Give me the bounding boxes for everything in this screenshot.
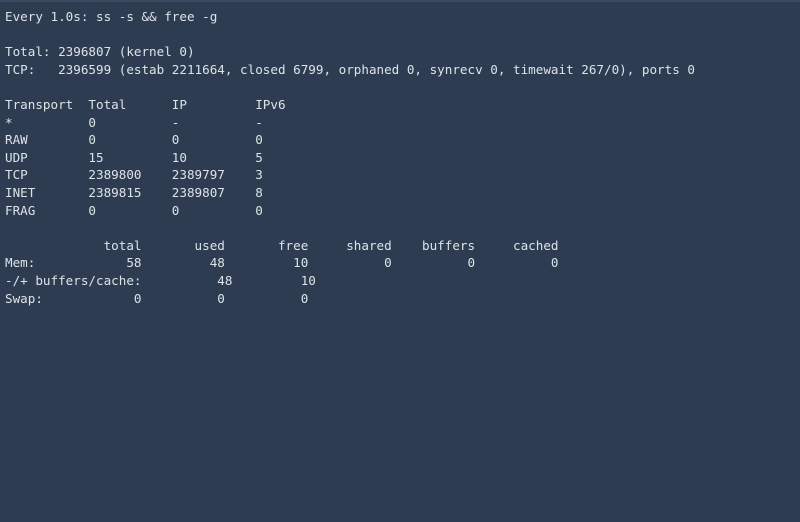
ss-tcp-line: TCP: 2396599 (estab 2211664, closed 6799… — [5, 61, 800, 79]
free-table-row-swap: Swap: 0 0 0 — [5, 290, 800, 308]
watch-header-line: Every 1.0s: ss -s && free -g — [5, 8, 800, 26]
free-table-row-buffers-cache: -/+ buffers/cache: 48 10 — [5, 272, 800, 290]
blank-line-3 — [5, 219, 800, 237]
ss-table-row-raw: RAW 0 0 0 — [5, 131, 800, 149]
free-table-row-mem: Mem: 58 48 10 0 0 0 — [5, 254, 800, 272]
ss-table-row-tcp: TCP 2389800 2389797 3 — [5, 166, 800, 184]
ss-total-line: Total: 2396807 (kernel 0) — [5, 43, 800, 61]
ss-table-header: Transport Total IP IPv6 — [5, 96, 800, 114]
ss-table-row-any: * 0 - - — [5, 114, 800, 132]
ss-table-row-udp: UDP 15 10 5 — [5, 149, 800, 167]
ss-table-row-inet: INET 2389815 2389807 8 — [5, 184, 800, 202]
free-table-header: total used free shared buffers cached — [5, 237, 800, 255]
ss-table-row-frag: FRAG 0 0 0 — [5, 202, 800, 220]
terminal-window[interactable]: Every 1.0s: ss -s && free -g Total: 2396… — [0, 0, 800, 522]
blank-line-2 — [5, 78, 800, 96]
blank-line-1 — [5, 26, 800, 44]
